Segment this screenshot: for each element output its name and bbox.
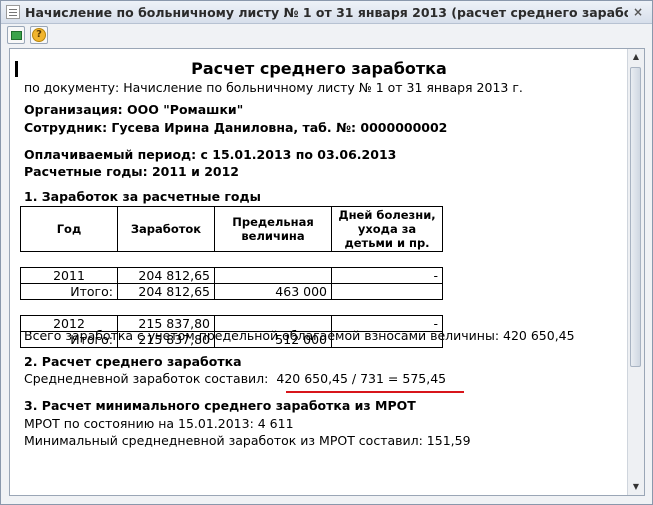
row-year: 2011 <box>20 267 118 284</box>
report-heading: Расчет среднего заработка <box>191 59 447 78</box>
avg-daily-formula: 420 650,45 / 731 = 575,45 <box>276 371 447 386</box>
avg-daily-line: Среднедневной заработок составил: 420 65… <box>24 371 446 386</box>
section2-title: 2. Расчет среднего заработка <box>24 354 242 369</box>
row-days: - <box>331 267 443 284</box>
scroll-up-icon[interactable]: ▲ <box>631 53 641 61</box>
total-earnings-line: Всего заработка с учетом предельной обла… <box>24 328 575 343</box>
save-button[interactable] <box>7 26 25 44</box>
section3-title: 3. Расчет минимального среднего заработк… <box>24 398 416 413</box>
row-year: Итого: <box>20 283 118 300</box>
header-days: Дней болезни, ухода за детьми и пр. <box>331 206 443 252</box>
scroll-down-icon[interactable]: ▼ <box>631 483 641 491</box>
earnings-table: Год Заработок Предельная величина Дней б… <box>20 206 443 348</box>
help-icon: ? <box>32 28 46 42</box>
header-limit: Предельная величина <box>214 206 332 252</box>
row-limit <box>214 267 332 284</box>
calc-years-line: Расчетные годы: 2011 и 2012 <box>24 164 239 179</box>
scroll-thumb[interactable] <box>630 67 641 367</box>
paid-period-line: Оплачиваемый период: с 15.01.2013 по 03.… <box>24 147 397 162</box>
table-header-row: Год Заработок Предельная величина Дней б… <box>20 206 443 252</box>
document-line: по документу: Начисление по больничному … <box>24 80 523 95</box>
section1-title: 1. Заработок за расчетные годы <box>24 189 261 204</box>
organization-line: Организация: ООО "Ромашки" <box>24 102 244 117</box>
save-icon <box>10 30 22 40</box>
table-row: 2011 204 812,65 - <box>20 267 443 284</box>
row-earnings: 204 812,65 <box>117 283 215 300</box>
help-button[interactable]: ? <box>30 26 48 44</box>
row-limit: 463 000 <box>214 283 332 300</box>
report-document[interactable]: Расчет среднего заработка по документу: … <box>9 48 645 496</box>
highlight-underline <box>286 391 464 393</box>
window-title: Начисление по больничному листу № 1 от 3… <box>25 4 628 20</box>
header-earnings: Заработок <box>117 206 215 252</box>
avg-daily-label: Среднедневной заработок составил: <box>24 371 269 386</box>
min-avg-line: Минимальный среднедневной заработок из М… <box>24 433 471 448</box>
header-year: Год <box>20 206 118 252</box>
vertical-scrollbar[interactable]: ▲ ▼ <box>627 49 644 495</box>
close-button[interactable]: × <box>628 4 648 20</box>
employee-line: Сотрудник: Гусева Ирина Даниловна, таб. … <box>24 120 448 135</box>
report-window: Начисление по больничному листу № 1 от 3… <box>0 0 653 505</box>
title-bar[interactable]: Начисление по больничному листу № 1 от 3… <box>1 1 652 24</box>
row-days <box>331 283 443 300</box>
text-cursor <box>15 61 18 77</box>
toolbar: ? <box>1 24 652 46</box>
row-earnings: 204 812,65 <box>117 267 215 284</box>
table-row: Итого: 204 812,65 463 000 <box>20 283 443 300</box>
mrot-line: МРОТ по состоянию на 15.01.2013: 4 611 <box>24 416 294 431</box>
document-icon <box>6 5 20 19</box>
